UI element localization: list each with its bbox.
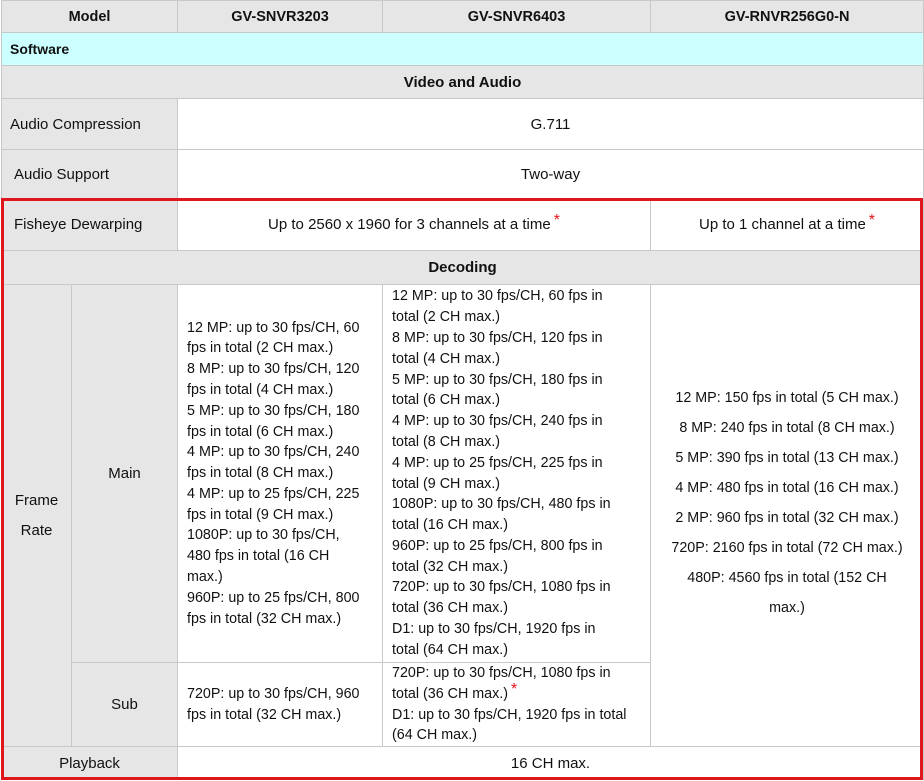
spec-line: 4 MP: up to 25 fps/CH, 225 fps in <box>392 454 603 471</box>
spec-line: fps in total (2 CH max.) <box>187 340 334 357</box>
spec-line: total (4 CH max.) <box>392 350 501 367</box>
spec-line: total (32 CH max.) <box>392 558 509 575</box>
fisheye-value-snvr: Up to 2560 x 1960 for 3 channels at a ti… <box>177 198 652 251</box>
header-col2: GV-SNVR6403 <box>382 0 652 33</box>
audio-support-row: Audio Support Two-way <box>0 149 924 199</box>
spec-line: 4 MP: up to 30 fps/CH, 240 fps in <box>392 413 603 430</box>
sub-snvr3203: 720P: up to 30 fps/CH, 960 fps in total (… <box>177 661 384 748</box>
audio-compression-value: G.711 <box>177 98 924 150</box>
software-row: Software <box>0 32 924 66</box>
audio-support-value: Two-way <box>177 149 924 199</box>
fisheye-text-rnvr: Up to 1 channel at a time <box>699 215 866 233</box>
spec-line: 720P: 2160 fps in total (72 CH max.) <box>671 540 903 556</box>
spec-line: fps in total (6 CH max.) <box>187 423 334 440</box>
spec-line: 1080P: up to 30 fps/CH, 480 fps in <box>392 496 611 513</box>
frame-rate-rnvr: 12 MP: 150 fps in total (5 CH max.) 8 MP:… <box>650 283 924 748</box>
spec-line: total (16 CH max.) <box>392 517 509 534</box>
spec-line: 12 MP: up to 30 fps/CH, 60 <box>187 319 360 336</box>
asterisk-mark: * <box>868 211 876 229</box>
frame-rate-label-line2: Rate <box>20 521 53 539</box>
playback-label: Playback <box>0 746 179 781</box>
spec-line: 960P: up to 25 fps/CH, 800 <box>187 589 360 606</box>
spec-table: Model GV-SNVR3203 GV-SNVR6403 GV-RNVR256… <box>0 0 924 781</box>
spec-line: fps in total (32 CH max.) <box>187 706 342 723</box>
spec-line: 8 MP: up to 30 fps/CH, 120 fps in <box>392 329 603 346</box>
spec-line: total (2 CH max.) <box>392 309 501 326</box>
spec-line: total (36 CH max.) * <box>392 680 518 702</box>
spec-line: 720P: up to 30 fps/CH, 1080 fps in <box>392 665 611 681</box>
video-audio-row: Video and Audio <box>0 65 924 99</box>
spec-line: 4 MP: up to 25 fps/CH, 225 <box>187 485 360 502</box>
spec-line: 4 MP: 480 fps in total (16 CH max.) <box>675 480 899 496</box>
frame-rate-main-row: Frame Rate Main 12 MP: up to 30 fps/CH, … <box>1 283 924 748</box>
spec-line: 720P: up to 30 fps/CH, 1080 fps in <box>392 579 611 596</box>
header-col3: GV-RNVR256G0-N <box>650 0 924 33</box>
fisheye-value-rnvr: Up to 1 channel at a time * <box>650 198 924 251</box>
audio-support-label: Audio Support <box>0 149 179 199</box>
asterisk-mark: * <box>511 680 518 698</box>
frame-rate-rnvr-lines: 12 MP: 150 fps in total (5 CH max.) 8 MP:… <box>652 383 923 623</box>
spec-line: 8 MP: up to 30 fps/CH, 120 <box>187 361 360 378</box>
main-snvr3203-lines: 12 MP: up to 30 fps/CH, 60 fps in total (… <box>187 318 376 630</box>
spec-line: 720P: up to 30 fps/CH, 960 <box>187 685 360 702</box>
playback-row: Playback 16 CH max. <box>0 746 924 781</box>
fisheye-label: Fisheye Dewarping <box>0 198 179 251</box>
spec-line: 480P: 4560 fps in total (152 CH <box>687 570 887 586</box>
main-label: Main <box>70 284 179 663</box>
spec-line: 8 MP: 240 fps in total (8 CH max.) <box>679 420 895 436</box>
spec-line: 960P: up to 25 fps/CH, 800 fps in <box>392 537 603 554</box>
spec-line: 2 MP: 960 fps in total (32 CH max.) <box>675 510 899 526</box>
header-col1: GV-SNVR3203 <box>177 0 384 33</box>
main-snvr6403: 12 MP: up to 30 fps/CH, 60 fps in total (… <box>382 284 652 663</box>
audio-compression-row: Audio Compression G.711 <box>0 98 924 150</box>
spec-line: total (64 CH max.) <box>392 641 509 658</box>
header-model: Model <box>0 0 179 33</box>
spec-line: 12 MP: up to 30 fps/CH, 60 fps in <box>392 288 603 305</box>
playback-value: 16 CH max. <box>177 746 924 781</box>
asterisk-mark: * <box>553 211 560 229</box>
main-snvr6403-lines: 12 MP: up to 30 fps/CH, 60 fps in total (… <box>392 286 644 660</box>
spec-line: fps in total (32 CH max.) <box>187 610 342 627</box>
spec-line: 5 MP: up to 30 fps/CH, 180 <box>187 402 360 419</box>
spec-line: 12 MP: 150 fps in total (5 CH max.) <box>675 390 899 406</box>
spec-line: 1080P: up to 30 fps/CH, <box>187 527 340 544</box>
spec-line: max.) <box>187 569 223 586</box>
spec-line: (64 CH max.) <box>392 727 478 744</box>
spec-line: 5 MP: up to 30 fps/CH, 180 fps in <box>392 371 603 388</box>
spec-line: total (8 CH max.) <box>392 433 501 450</box>
frame-rate-label-line1: Frame <box>14 491 59 509</box>
spec-line: 5 MP: 390 fps in total (13 CH max.) <box>675 450 899 466</box>
spec-line: max.) <box>769 600 805 616</box>
decoding-heading: Decoding <box>0 250 924 285</box>
spec-line: total (6 CH max.) <box>392 392 501 409</box>
video-audio-heading: Video and Audio <box>0 65 924 99</box>
sub-snvr3203-lines: 720P: up to 30 fps/CH, 960 fps in total (… <box>187 684 376 726</box>
spec-line: fps in total (4 CH max.) <box>187 381 334 398</box>
software-heading: Software <box>0 32 924 66</box>
sub-snvr6403: 720P: up to 30 fps/CH, 1080 fps in total … <box>382 661 652 748</box>
spec-line: D1: up to 30 fps/CH, 1920 fps in total <box>392 706 627 723</box>
decoding-row: Decoding <box>0 250 924 285</box>
main-snvr3203: 12 MP: up to 30 fps/CH, 60 fps in total (… <box>177 284 384 663</box>
spec-line: 480 fps in total (16 CH <box>187 548 330 565</box>
spec-line: total (9 CH max.) <box>392 475 501 492</box>
spec-line: D1: up to 30 fps/CH, 1920 fps in <box>392 621 596 638</box>
spec-line: 4 MP: up to 30 fps/CH, 240 <box>187 444 360 461</box>
frame-rate-label: Frame Rate <box>1 283 72 748</box>
header-row: Model GV-SNVR3203 GV-SNVR6403 GV-RNVR256… <box>0 0 924 33</box>
spec-line: total (36 CH max.) <box>392 600 509 617</box>
audio-compression-label: Audio Compression <box>0 98 179 150</box>
fisheye-text-snvr: Up to 2560 x 1960 for 3 channels at a ti… <box>268 215 551 233</box>
spec-line: fps in total (8 CH max.) <box>187 465 334 482</box>
sub-label: Sub <box>70 661 179 748</box>
spec-line: fps in total (9 CH max.) <box>187 506 334 523</box>
fisheye-row: Fisheye Dewarping Up to 2560 x 1960 for … <box>0 198 924 251</box>
sub-snvr6403-lines: 720P: up to 30 fps/CH, 1080 fps in total … <box>392 664 644 746</box>
